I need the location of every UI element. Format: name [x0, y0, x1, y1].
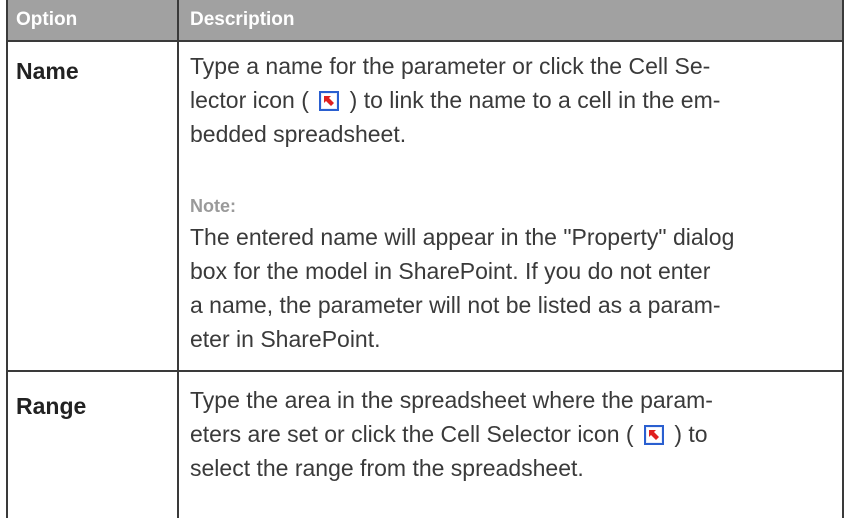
row-divider [8, 370, 842, 372]
cell-selector-icon [643, 425, 664, 445]
desc-text: ) to link the name to a cell in the em- [349, 87, 721, 113]
option-range-label: Range [16, 393, 87, 419]
desc-text: ) to [674, 421, 708, 447]
desc-line: Type a name for the parameter or click t… [190, 49, 830, 83]
option-name-label: Name [16, 58, 79, 84]
note-line: eter in SharePoint. [190, 326, 381, 352]
desc-line: bedded spreadsheet. [190, 117, 830, 151]
header-description: Description [190, 9, 295, 30]
desc-text: eters are set or click the Cell Selector… [190, 421, 634, 447]
desc-line: eters are set or click the Cell Selector… [190, 417, 830, 451]
desc-text: select the range from the spreadsheet. [190, 455, 584, 481]
column-divider [177, 0, 179, 518]
desc-line: Type the area in the spreadsheet where t… [190, 383, 830, 417]
note-label: Note: [190, 196, 236, 216]
desc-text: bedded spreadsheet. [190, 121, 407, 147]
note-line: a name, the parameter will not be listed… [190, 292, 721, 318]
option-name-description: Type a name for the parameter or click t… [190, 49, 830, 151]
option-range-description: Type the area in the spreadsheet where t… [190, 383, 830, 485]
header-option: Option [16, 9, 78, 30]
cell-selector-icon [319, 91, 340, 111]
table-header-row: Option Description [8, 0, 842, 42]
desc-text: Type the area in the spreadsheet where t… [190, 387, 713, 413]
desc-text: Type a name for the parameter or click t… [190, 53, 711, 79]
desc-text: lector icon ( [190, 87, 309, 113]
note-text: The entered name will appear in the "Pro… [190, 220, 830, 356]
note-line: box for the model in SharePoint. If you … [190, 258, 711, 284]
note-line: The entered name will appear in the "Pro… [190, 224, 735, 250]
options-table: Option Description Name Type a name for … [6, 0, 844, 518]
desc-line: lector icon ( ) to link the name to a ce… [190, 83, 830, 117]
desc-line: select the range from the spreadsheet. [190, 451, 830, 485]
